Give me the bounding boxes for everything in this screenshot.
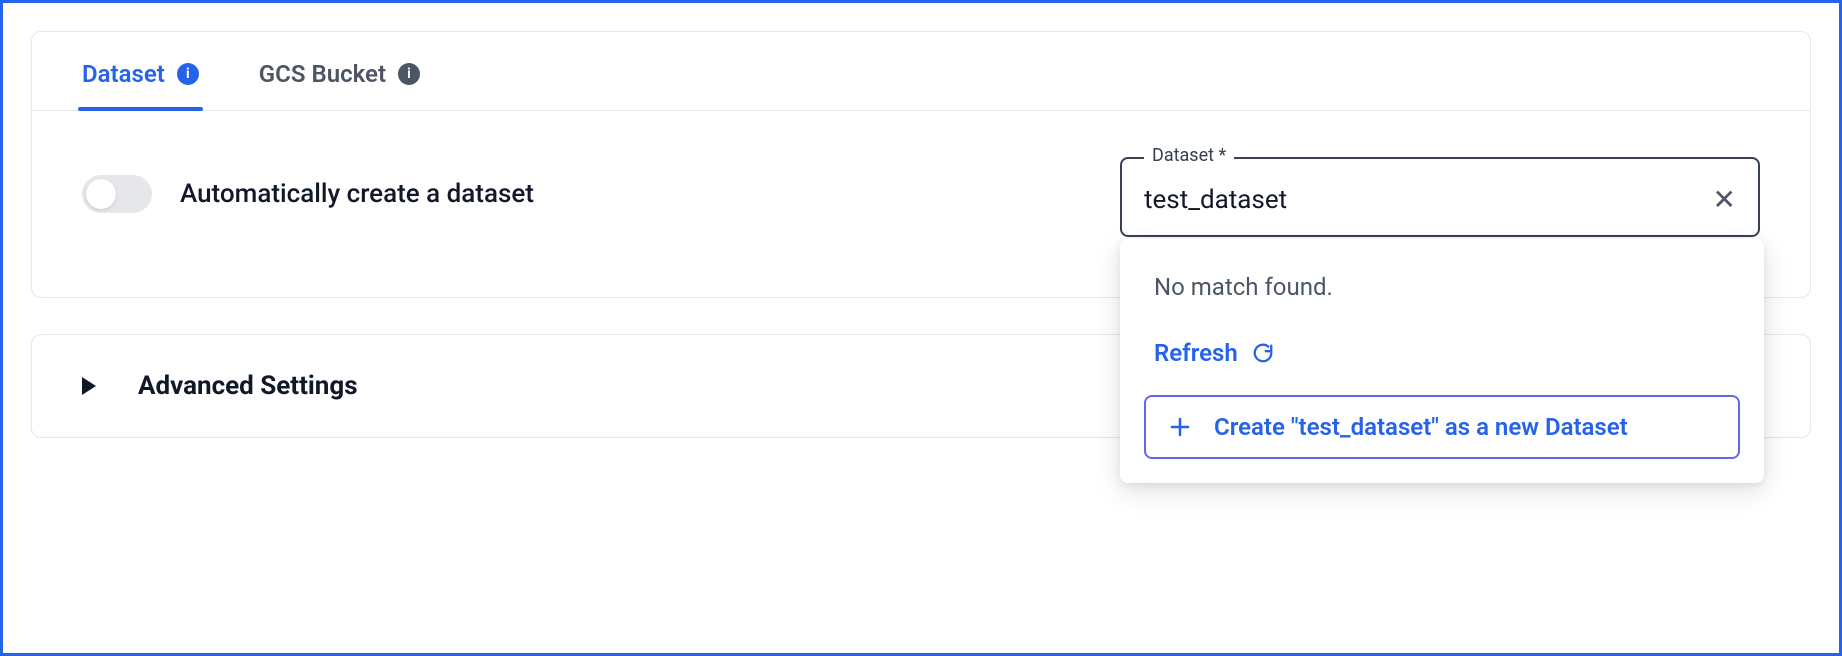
tab-dataset-label: Dataset [82, 60, 165, 88]
info-icon[interactable]: i [398, 63, 420, 85]
tab-gcs-bucket[interactable]: GCS Bucket i [259, 60, 420, 110]
config-frame: Dataset i GCS Bucket i Automatically cre… [0, 0, 1842, 656]
dataset-field-container: Dataset * ✕ No match found. Refresh [1120, 157, 1760, 237]
storage-card: Dataset i GCS Bucket i Automatically cre… [31, 31, 1811, 298]
toggle-knob [86, 179, 116, 209]
dataset-dropdown: No match found. Refresh Create [1120, 239, 1764, 483]
auto-create-row: Automatically create a dataset [82, 157, 1080, 213]
caret-right-icon [82, 377, 96, 395]
refresh-label: Refresh [1154, 339, 1238, 367]
tab-gcs-label: GCS Bucket [259, 60, 386, 88]
plus-icon [1168, 415, 1192, 439]
create-dataset-button[interactable]: Create "test_dataset" as a new Dataset [1144, 395, 1740, 459]
info-icon[interactable]: i [177, 63, 199, 85]
auto-create-label: Automatically create a dataset [180, 179, 534, 209]
panel-body: Automatically create a dataset Dataset *… [32, 111, 1810, 297]
dataset-field[interactable]: Dataset * ✕ [1120, 157, 1760, 237]
clear-icon[interactable]: ✕ [1713, 186, 1736, 214]
refresh-button[interactable]: Refresh [1144, 331, 1740, 395]
tab-dataset[interactable]: Dataset i [82, 60, 199, 110]
create-dataset-label: Create "test_dataset" as a new Dataset [1214, 413, 1628, 441]
no-match-text: No match found. [1144, 263, 1740, 331]
tabs-row: Dataset i GCS Bucket i [32, 32, 1810, 111]
advanced-settings-label: Advanced Settings [138, 371, 358, 401]
dataset-field-label: Dataset * [1144, 145, 1234, 166]
refresh-icon [1252, 342, 1274, 364]
dataset-input[interactable] [1144, 185, 1713, 215]
auto-create-toggle[interactable] [82, 175, 152, 213]
